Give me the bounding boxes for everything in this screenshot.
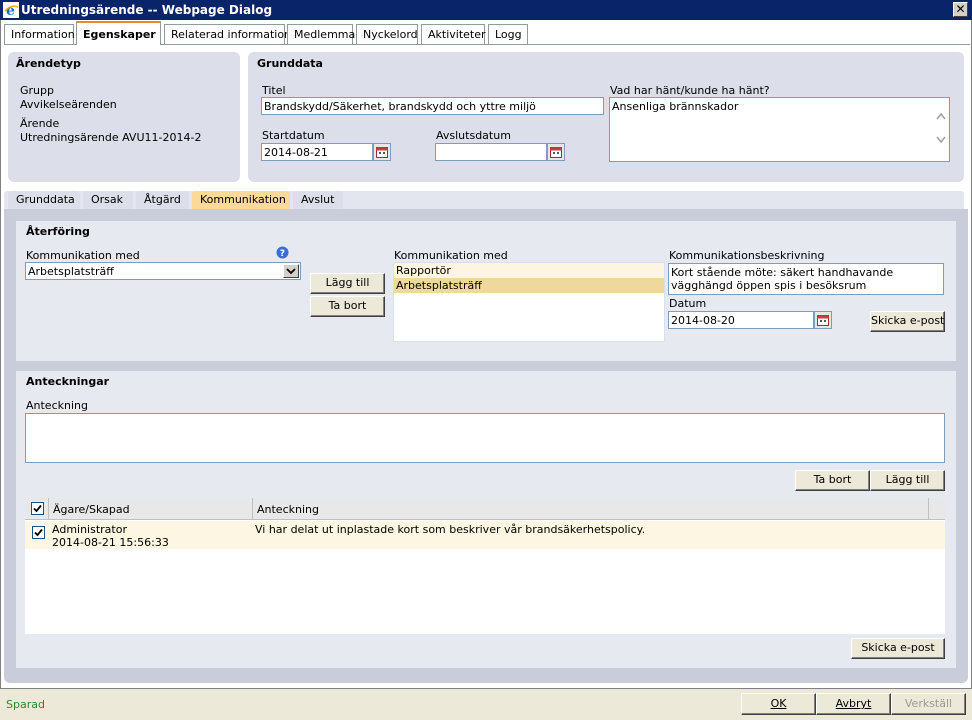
komm-med-selected: Arbetsplatsträff bbox=[28, 265, 114, 278]
close-icon: ✕ bbox=[955, 2, 966, 16]
anteckning-ta-bort-button[interactable]: Ta bort bbox=[795, 470, 870, 491]
help-icon[interactable]: ? bbox=[276, 246, 289, 259]
anteckningar-grid: Ägare/Skapad Anteckning Administrator 20… bbox=[25, 498, 945, 634]
avbryt-button[interactable]: Avbryt bbox=[816, 693, 891, 715]
tab-egenskaper[interactable]: Egenskaper bbox=[76, 21, 161, 45]
startdatum-calendar-button[interactable] bbox=[373, 143, 391, 161]
svg-text:e: e bbox=[6, 3, 15, 18]
calendar-icon bbox=[550, 147, 562, 158]
checkmark-icon bbox=[34, 528, 43, 537]
calendar-icon bbox=[376, 147, 388, 158]
header-checkbox-cell bbox=[25, 498, 49, 520]
grupp-label: Grupp bbox=[20, 84, 54, 97]
datum-calendar-button[interactable] bbox=[814, 311, 832, 329]
svg-text:?: ? bbox=[280, 249, 285, 259]
window-titlebar: e Utredningsärende -- Webpage Dialog ✕ bbox=[0, 0, 972, 20]
beskrivning-label: Kommunikationsbeskrivning bbox=[669, 249, 825, 262]
grupp-value: Avvikelseärenden bbox=[20, 98, 117, 111]
subtab-avslut[interactable]: Avslut bbox=[293, 191, 343, 209]
arendetyp-header: Ärendetyp bbox=[16, 57, 81, 70]
table-row[interactable]: Administrator 2014-08-21 15:56:33 Vi har… bbox=[25, 521, 945, 549]
tab-logg[interactable]: Logg bbox=[488, 24, 528, 44]
col-note-header[interactable]: Anteckning bbox=[253, 498, 929, 520]
datum-input[interactable]: 2014-08-20 bbox=[668, 311, 814, 329]
col-owner-header[interactable]: Ägare/Skapad bbox=[49, 498, 253, 520]
vad-har-hant-label: Vad har hänt/kunde ha hänt? bbox=[610, 84, 770, 97]
anteckning-lagg-till-button[interactable]: Lägg till bbox=[870, 470, 945, 491]
komm-ta-bort-button[interactable]: Ta bort bbox=[310, 296, 385, 317]
scroll-down-icon[interactable] bbox=[936, 136, 946, 144]
aterforing-header: Återföring bbox=[26, 225, 90, 238]
subtab-atgard[interactable]: Åtgärd bbox=[136, 191, 189, 209]
subtab-orsak[interactable]: Orsak bbox=[83, 191, 133, 209]
titel-input[interactable]: Brandskydd/Säkerhet, brandskydd och yttr… bbox=[261, 97, 604, 115]
anteckningar-header: Anteckningar bbox=[26, 375, 110, 388]
komm-list-label: Kommunikation med bbox=[394, 249, 508, 262]
calendar-icon bbox=[817, 315, 829, 326]
ie-icon: e bbox=[3, 2, 19, 18]
datum-label: Datum bbox=[669, 297, 707, 310]
list-item[interactable]: Rapportör bbox=[394, 263, 664, 278]
tab-medlemmar[interactable]: Medlemmar bbox=[287, 24, 360, 44]
list-item[interactable]: Arbetsplatsträff bbox=[394, 278, 664, 293]
startdatum-input[interactable]: 2014-08-21 bbox=[261, 143, 373, 161]
select-all-checkbox[interactable] bbox=[31, 502, 44, 515]
checkmark-icon bbox=[33, 504, 42, 513]
beskrivning-textarea[interactable]: Kort stående möte: säkert handhavande vä… bbox=[668, 263, 944, 295]
komm-list[interactable]: Rapportör Arbetsplatsträff bbox=[393, 262, 665, 342]
titel-label: Titel bbox=[262, 84, 286, 97]
dropdown-button[interactable] bbox=[283, 264, 299, 278]
komm-skicka-epost-button[interactable]: Skicka e-post bbox=[870, 311, 945, 332]
ok-button[interactable]: OK bbox=[741, 693, 816, 715]
status-text: Sparad bbox=[6, 698, 45, 711]
verkstall-button[interactable]: Verkställ bbox=[891, 693, 966, 715]
anteckning-textarea[interactable] bbox=[25, 413, 945, 463]
avslutsdatum-input[interactable] bbox=[435, 143, 547, 161]
grunddata-header: Grunddata bbox=[257, 57, 323, 70]
row-note: Vi har delat ut inplastade kort som besk… bbox=[255, 523, 646, 536]
grid-header: Ägare/Skapad Anteckning bbox=[25, 498, 945, 520]
tab-relaterad-information[interactable]: Relaterad information bbox=[164, 24, 291, 44]
vad-har-hant-textarea[interactable]: Ansenliga brännskador bbox=[609, 97, 950, 162]
komm-med-select[interactable]: Arbetsplatsträff bbox=[25, 262, 301, 280]
vad-har-hant-value: Ansenliga brännskador bbox=[612, 100, 739, 113]
startdatum-label: Startdatum bbox=[262, 129, 325, 142]
scroll-up-icon[interactable] bbox=[936, 112, 946, 120]
komm-lagg-till-button[interactable]: Lägg till bbox=[310, 273, 385, 294]
arende-label: Ärende bbox=[20, 117, 60, 130]
status-bar: Sparad OK Avbryt Verkställ bbox=[0, 688, 972, 720]
chevron-down-icon bbox=[286, 268, 296, 275]
arende-value: Utredningsärende AVU11-2014-2 bbox=[20, 131, 202, 144]
row-created: 2014-08-21 15:56:33 bbox=[52, 536, 169, 549]
tab-nyckelord[interactable]: Nyckelord bbox=[356, 24, 418, 44]
row-owner: Administrator bbox=[52, 523, 127, 536]
window-title: Utredningsärende -- Webpage Dialog bbox=[21, 3, 273, 17]
close-button[interactable]: ✕ bbox=[953, 2, 968, 17]
subtab-kommunikation[interactable]: Kommunikation bbox=[192, 191, 290, 209]
tab-information[interactable]: Information bbox=[4, 24, 75, 44]
komm-med-label: Kommunikation med bbox=[26, 249, 140, 262]
avslutsdatum-calendar-button[interactable] bbox=[547, 143, 565, 161]
tab-aktiviteter[interactable]: Aktiviteter bbox=[421, 24, 486, 44]
avslutsdatum-label: Avslutsdatum bbox=[436, 129, 511, 142]
anteckning-label: Anteckning bbox=[26, 399, 88, 412]
subtab-grunddata[interactable]: Grunddata bbox=[8, 191, 80, 209]
anteckning-skicka-epost-button[interactable]: Skicka e-post bbox=[851, 638, 945, 659]
row-checkbox[interactable] bbox=[32, 526, 45, 539]
